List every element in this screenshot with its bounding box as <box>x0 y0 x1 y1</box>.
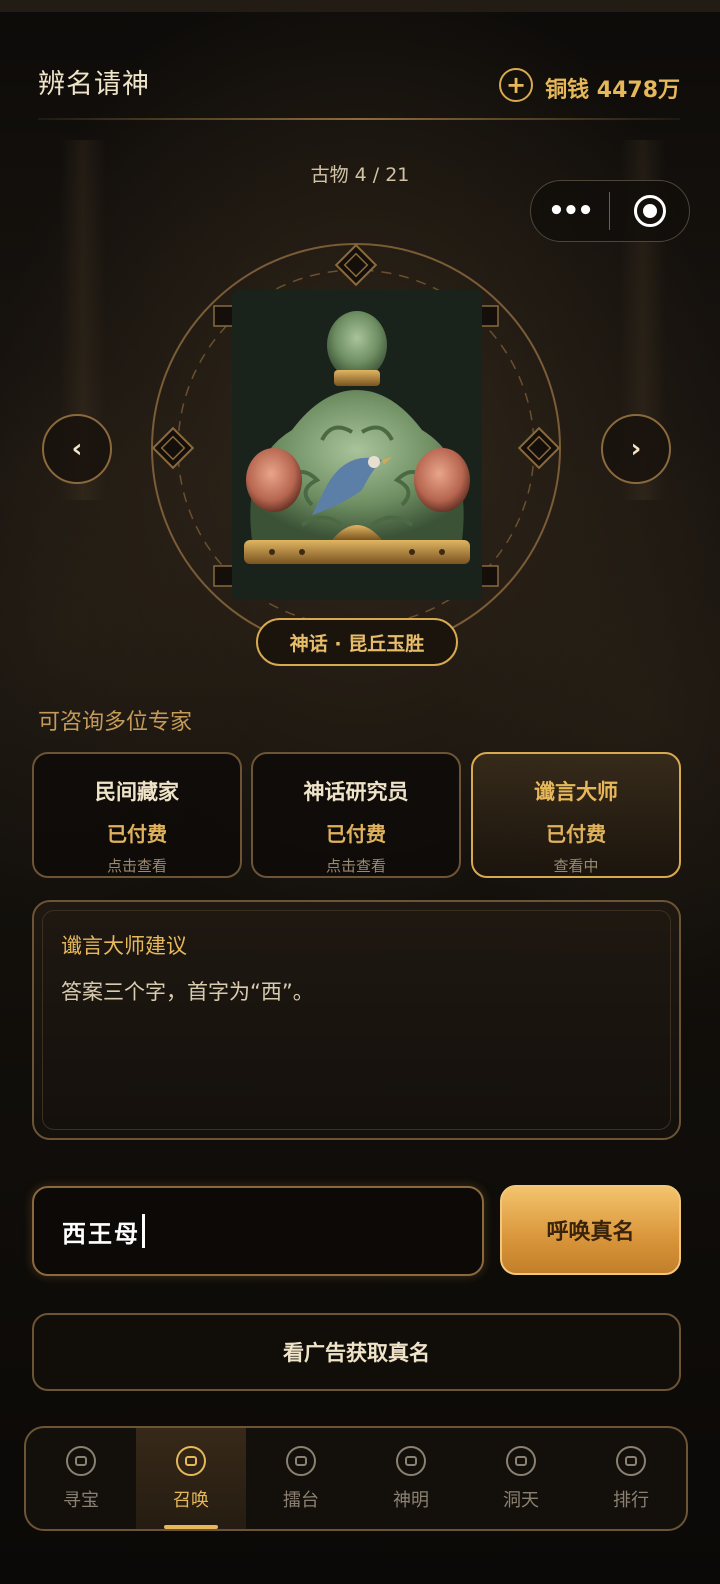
header-divider <box>38 118 680 120</box>
close-miniprogram-button[interactable] <box>610 195 689 227</box>
active-tab-indicator <box>164 1525 218 1529</box>
expert-card-folk-collector[interactable]: 民间藏家 已付费 点击查看 <box>32 752 242 878</box>
advice-title: 谶言大师建议 <box>61 934 187 958</box>
status-strip <box>0 0 720 12</box>
watch-ad-button[interactable]: 看广告获取真名 <box>32 1313 681 1391</box>
page-title: 辨名请神 <box>38 69 150 100</box>
expert-card-prophecy-master[interactable]: 谶言大师 已付费 查看中 <box>471 752 681 878</box>
grotto-icon <box>506 1445 536 1476</box>
experts-section-label: 可咨询多位专家 <box>38 710 193 735</box>
deity-icon <box>396 1445 426 1476</box>
tab-arena[interactable]: 擂台 <box>246 1428 356 1529</box>
previous-relic-button[interactable]: ‹ <box>42 414 112 484</box>
bottom-tabbar: 寻宝 召唤 擂台 神明 洞天 排行 <box>24 1426 688 1531</box>
relic-image <box>232 290 482 600</box>
add-coin-button[interactable]: + <box>499 68 534 102</box>
relic-name-badge: 神话 · 昆丘玉胜 <box>256 618 458 666</box>
expert-status: 已付费 <box>326 822 386 846</box>
next-relic-button[interactable]: › <box>601 414 671 484</box>
tab-label: 洞天 <box>503 1489 539 1511</box>
target-icon <box>633 195 666 227</box>
expert-status: 已付费 <box>546 822 606 846</box>
text-caret <box>142 1214 145 1248</box>
expert-name: 民间藏家 <box>95 780 179 804</box>
summon-button[interactable]: 呼唤真名 <box>500 1185 681 1275</box>
expert-hint: 查看中 <box>553 857 599 875</box>
expert-hint: 点击查看 <box>106 857 167 875</box>
tab-summon[interactable]: 召唤 <box>136 1428 246 1529</box>
coin-amount: 铜钱 4478万 <box>545 78 680 103</box>
advice-text: 答案三个字，首字为“西”。 <box>61 980 314 1004</box>
answer-value: 西王母 <box>62 1218 140 1248</box>
treasure-icon <box>66 1445 96 1476</box>
tab-label: 召唤 <box>173 1489 209 1511</box>
tab-label: 排行 <box>613 1489 649 1511</box>
arena-icon <box>286 1445 316 1476</box>
tab-label: 擂台 <box>283 1489 319 1511</box>
ranking-icon <box>616 1445 646 1476</box>
answer-input[interactable]: 西王母 <box>32 1186 484 1276</box>
expert-card-myth-researcher[interactable]: 神话研究员 已付费 点击查看 <box>251 752 461 878</box>
tab-treasure[interactable]: 寻宝 <box>26 1428 136 1529</box>
expert-status: 已付费 <box>107 822 167 846</box>
miniprogram-capsule: ••• <box>530 180 690 242</box>
tab-label: 寻宝 <box>63 1489 99 1511</box>
more-icon[interactable]: ••• <box>531 196 609 226</box>
tab-grotto[interactable]: 洞天 <box>466 1428 576 1529</box>
expert-hint: 点击查看 <box>325 857 386 875</box>
coin-balance: + 铜钱 4478万 <box>499 66 680 104</box>
advice-panel: 谶言大师建议 答案三个字，首字为“西”。 <box>32 900 681 1140</box>
summon-icon <box>176 1445 206 1476</box>
tab-deity[interactable]: 神明 <box>356 1428 466 1529</box>
tab-label: 神明 <box>393 1489 429 1511</box>
tab-ranking[interactable]: 排行 <box>576 1428 686 1529</box>
expert-name: 神话研究员 <box>303 780 409 804</box>
expert-name: 谶言大师 <box>534 780 618 804</box>
